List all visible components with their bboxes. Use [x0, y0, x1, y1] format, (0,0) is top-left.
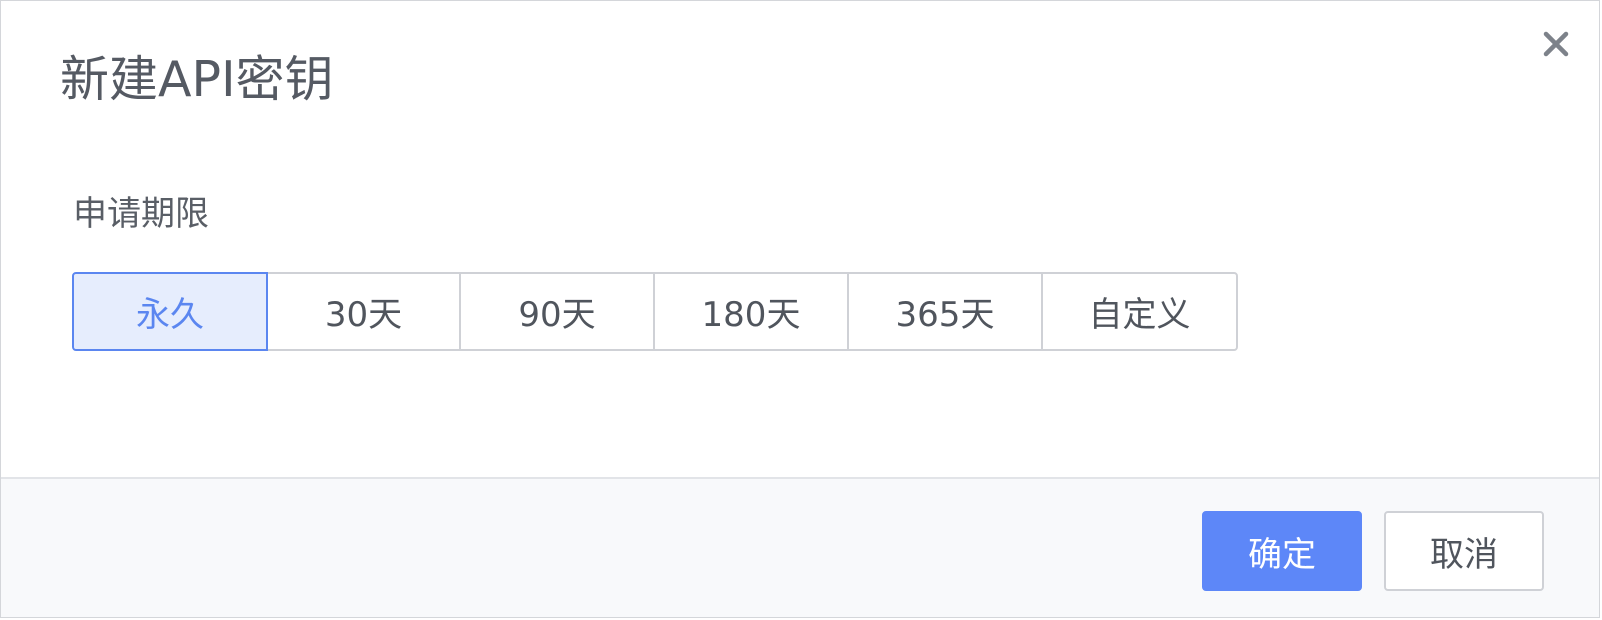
api-key-dialog: 新建API密钥 申请期限 永久 30天 90天 180天 365天 自定义 确定… — [0, 0, 1600, 618]
duration-option-custom[interactable]: 自定义 — [1041, 272, 1238, 351]
duration-label: 申请期限 — [73, 194, 209, 234]
dialog-title: 新建API密钥 — [60, 51, 334, 108]
dialog-footer: 确定 取消 — [1, 477, 1599, 617]
duration-option-30-days[interactable]: 30天 — [266, 272, 461, 351]
confirm-button[interactable]: 确定 — [1202, 511, 1362, 591]
cancel-button[interactable]: 取消 — [1384, 511, 1544, 591]
duration-option-forever[interactable]: 永久 — [72, 272, 268, 351]
close-icon[interactable] — [1539, 27, 1573, 61]
duration-option-90-days[interactable]: 90天 — [459, 272, 655, 351]
duration-option-180-days[interactable]: 180天 — [653, 272, 849, 351]
duration-segmented-control: 永久 30天 90天 180天 365天 自定义 — [72, 272, 1238, 351]
duration-option-365-days[interactable]: 365天 — [847, 272, 1043, 351]
